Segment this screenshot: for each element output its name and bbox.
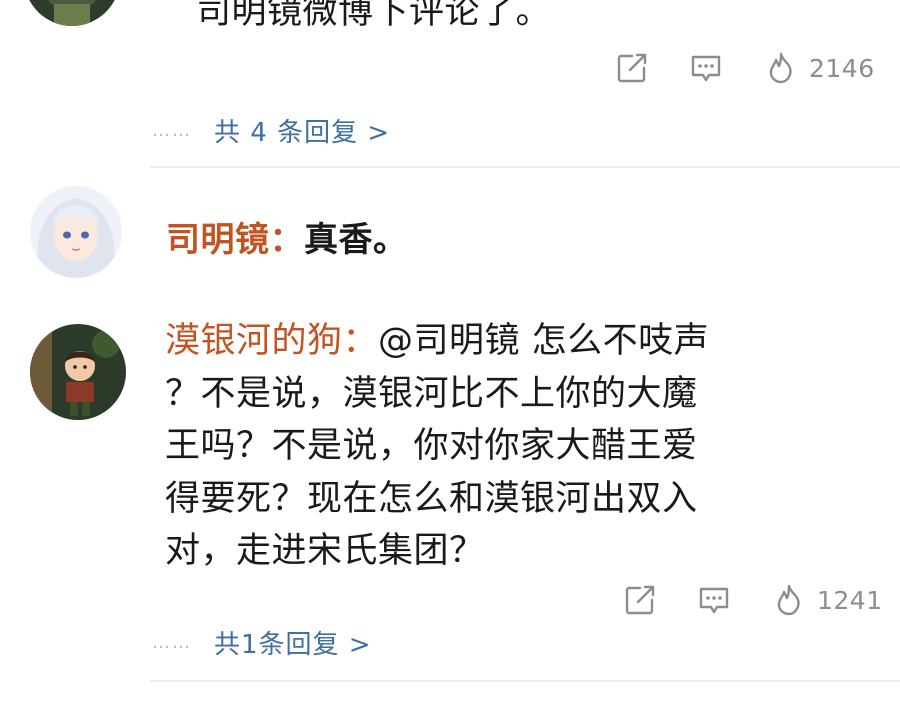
avatar-image [24, 0, 120, 26]
comment-button[interactable] [697, 583, 731, 617]
comment-line-4: 得要死？现在怎么和漠银河出双入 [165, 478, 698, 519]
comment-text: @司明镜 怎么不吱声 [378, 321, 710, 361]
share-button[interactable] [623, 583, 657, 617]
comment-line-1: 漠银河的狗：@司明镜 怎么不吱声 [165, 315, 790, 368]
replies-dots: …… [152, 632, 192, 653]
avatar-image [30, 186, 122, 278]
share-icon [617, 53, 647, 83]
avatar[interactable] [24, 0, 120, 26]
fire-icon [777, 584, 800, 616]
comment-author[interactable]: 漠银河的狗： [165, 321, 378, 361]
share-icon [625, 585, 655, 615]
replies-row: …… 共1条回复 > [152, 624, 372, 661]
avatar-image [30, 324, 126, 420]
replies-dots: …… [152, 120, 192, 141]
like-button[interactable]: 2146 [765, 51, 875, 85]
like-count: 1241 [817, 585, 883, 615]
comment-line-2: ？不是说，漠银河比不上你的大魔 [165, 373, 698, 414]
like-button[interactable]: 1241 [773, 583, 883, 617]
comment-text: 真香。 [304, 220, 408, 260]
comment-line-5: 对，走进宋氏集团？ [165, 531, 485, 571]
replies-row: …… 共 4 条回复 > [152, 112, 390, 149]
comment-icon [699, 587, 729, 614]
share-button[interactable] [615, 51, 649, 85]
comment-author[interactable]: 司明镜： [166, 220, 304, 260]
view-replies-link[interactable]: 共1条回复 > [214, 624, 372, 661]
view-replies-link[interactable]: 共 4 条回复 > [214, 112, 390, 149]
avatar[interactable] [30, 324, 126, 420]
divider [150, 680, 900, 682]
comment-line-3: 王吗？不是说，你对你家大醋王爱 [165, 426, 698, 466]
fire-icon [769, 52, 792, 84]
comment-button[interactable] [689, 51, 723, 85]
avatar[interactable] [30, 186, 122, 278]
comment-body: 司明镜微博下评论了。 [196, 0, 836, 38]
comment-body: 漠银河的狗：@司明镜 怎么不吱声 ？不是说，漠银河比不上你的大魔 王吗？不是说，… [165, 315, 790, 578]
comment-text: 司明镜微博下评论了。 [196, 0, 552, 32]
divider [150, 166, 900, 168]
comment-icon [691, 55, 721, 82]
comment-actions: 2146 [615, 51, 875, 85]
like-count: 2146 [809, 53, 875, 83]
comment-body: 司明镜：真香。 [166, 214, 408, 266]
comment-actions: 1241 [623, 583, 883, 617]
